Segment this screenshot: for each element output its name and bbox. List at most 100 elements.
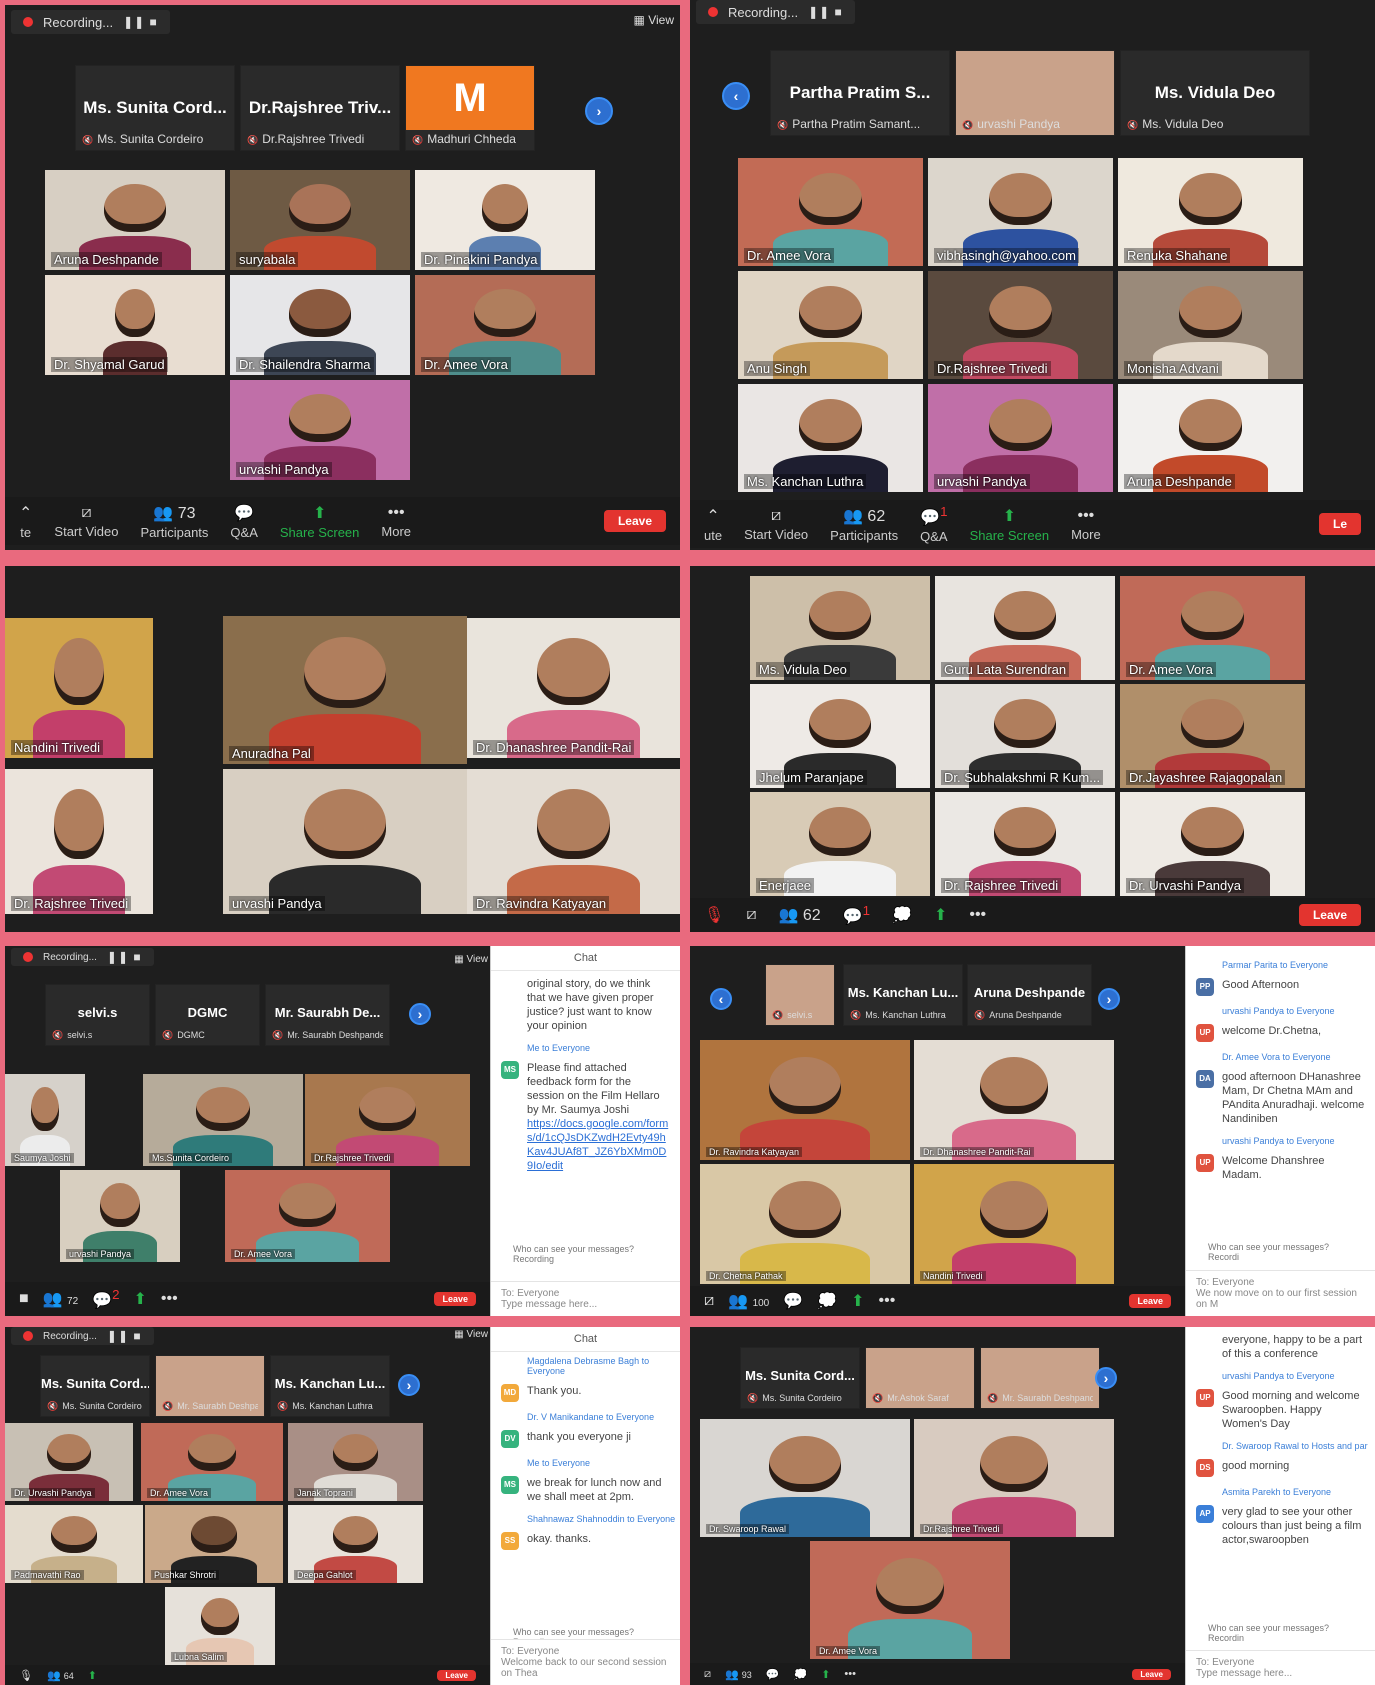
next-page-button[interactable]: › <box>1095 1367 1117 1389</box>
pause-icon[interactable]: ❚❚ ■ <box>808 5 843 19</box>
video-tile[interactable]: Dr. Rajshree Trivedi <box>935 792 1115 896</box>
video-off-icon[interactable]: ⧄ <box>704 1668 711 1681</box>
video-tile[interactable]: Dr. Amee Vora <box>1120 576 1305 680</box>
strip-tile[interactable]: DGMCDGMC <box>155 984 260 1046</box>
video-tile[interactable]: Nandini Trivedi <box>914 1164 1114 1284</box>
previous-page-button[interactable]: ‹ <box>710 988 732 1010</box>
share-screen-button[interactable]: ⬆ Share Screen <box>970 506 1050 543</box>
video-tile[interactable]: Aruna Deshpande <box>45 170 225 270</box>
leave-button[interactable]: Leave <box>1132 1668 1171 1680</box>
video-tile[interactable]: Dr. Subhalakshmi R Kum... <box>935 684 1115 788</box>
previous-page-button[interactable]: ‹ <box>722 82 750 110</box>
leave-button[interactable]: Leave <box>434 1292 476 1306</box>
recording-indicator[interactable]: Recording... ❚❚ ■ <box>11 10 170 34</box>
strip-tile[interactable]: Mr. Saurabh Deshpande <box>980 1347 1100 1409</box>
participants-icon[interactable]: 👥 93 <box>725 1668 752 1681</box>
feedback-link[interactable]: https://docs.google.com/forms/d/1cQJsDKZ… <box>527 1118 668 1172</box>
mic-muted-icon[interactable]: 🎙 <box>704 905 724 925</box>
more-button[interactable]: ••• More <box>381 504 411 539</box>
strip-tile[interactable]: Ms. Sunita Cord...Ms. Sunita Cordeiro <box>740 1347 860 1409</box>
video-tile[interactable]: Ms. Vidula Deo <box>750 576 930 680</box>
qa-button[interactable]: 💬 Q&A <box>230 503 257 540</box>
qa-icon[interactable]: 💬 <box>766 1668 780 1681</box>
video-tile[interactable]: Anu Singh <box>738 271 923 379</box>
view-button[interactable]: ▦ View <box>454 954 488 965</box>
strip-tile[interactable]: MMadhuri Chheda <box>405 65 535 151</box>
video-tile[interactable]: Jhelum Paranjape <box>750 684 930 788</box>
video-tile[interactable]: vibhasingh@yahoo.com <box>928 158 1113 266</box>
video-tile[interactable]: Dr. Amee Vora <box>141 1423 283 1501</box>
leave-button[interactable]: Leave <box>603 510 666 532</box>
video-tile[interactable]: urvashi Pandya <box>230 380 410 480</box>
video-tile[interactable]: Dr. Swaroop Rawal <box>700 1419 910 1537</box>
video-tile[interactable]: Dr. Dhanashree Pandit-Rai <box>467 618 680 758</box>
video-tile[interactable]: Padmavathi Rao <box>5 1505 143 1583</box>
video-tile[interactable]: Dr.Jayashree Rajagopalan <box>1120 684 1305 788</box>
more-icon[interactable]: ••• <box>844 1668 856 1680</box>
video-off-icon[interactable]: ⧄ <box>704 1292 714 1310</box>
strip-tile[interactable]: Dr.Rajshree Triv...Dr.Rajshree Trivedi <box>240 65 400 151</box>
pause-icon[interactable]: ❚❚ ■ <box>123 15 158 29</box>
video-tile[interactable]: Deepa Gahlot <box>288 1505 423 1583</box>
video-tile[interactable]: Nandini Trivedi <box>5 618 153 758</box>
qa-icon[interactable]: 💬2 <box>92 1287 119 1310</box>
strip-tile[interactable]: selvi.sselvi.s <box>45 984 150 1046</box>
pause-icon[interactable]: ❚❚ ■ <box>107 1329 142 1343</box>
strip-tile[interactable]: urvashi Pandya <box>955 50 1115 136</box>
video-tile[interactable]: Dr. Shyamal Garud <box>45 275 225 375</box>
share-screen-icon[interactable]: ⬆ <box>88 1669 97 1682</box>
next-page-button[interactable]: › <box>409 1003 431 1025</box>
participants-icon[interactable]: 👥 64 <box>47 1669 74 1682</box>
recording-indicator[interactable]: Recording... ❚❚ ■ <box>11 1327 154 1345</box>
video-tile[interactable]: Dr. Chetna Pathak <box>700 1164 910 1284</box>
video-tile[interactable]: Ms. Kanchan Luthra <box>738 384 923 492</box>
participants-button[interactable]: 👥 73 Participants <box>141 503 209 540</box>
strip-tile[interactable]: Ms. Sunita Cord...Ms. Sunita Cordeiro <box>40 1355 150 1417</box>
recipient-select[interactable]: Everyone <box>1212 1657 1254 1668</box>
more-icon[interactable]: ••• <box>969 906 986 924</box>
video-tile[interactable]: Dr. Amee Vora <box>225 1170 390 1262</box>
message-input[interactable]: Type message here... <box>1196 1668 1292 1679</box>
recipient-select[interactable]: Everyone <box>517 1646 559 1657</box>
message-input[interactable]: Type message here... <box>501 1299 597 1310</box>
participants-button[interactable]: 👥 62 Participants <box>830 506 898 543</box>
view-button[interactable]: ▦ View <box>454 1329 488 1340</box>
strip-tile[interactable]: Mr. Saurabh Deshpande <box>155 1355 265 1417</box>
view-button[interactable]: ▦ View <box>634 13 674 27</box>
video-tile[interactable]: Dr. Dhanashree Pandit-Rai <box>914 1040 1114 1160</box>
video-tile[interactable]: Dr.Rajshree Trivedi <box>914 1419 1114 1537</box>
share-screen-icon[interactable]: ⬆ <box>821 1668 830 1681</box>
recording-indicator[interactable]: Recording... ❚❚ ■ <box>696 0 855 24</box>
participants-icon[interactable]: 👥 100 <box>728 1291 769 1311</box>
strip-tile[interactable]: Ms. Vidula DeoMs. Vidula Deo <box>1120 50 1310 136</box>
leave-button[interactable]: Le <box>1318 513 1361 535</box>
recipient-select[interactable]: Everyone <box>517 1288 559 1299</box>
strip-tile[interactable]: Ms. Sunita Cord...Ms. Sunita Cordeiro <box>75 65 235 151</box>
strip-tile[interactable]: Ms. Kanchan Lu...Ms. Kanchan Luthra <box>843 964 963 1026</box>
video-tile[interactable]: Dr. Amee Vora <box>738 158 923 266</box>
video-off-icon[interactable]: ⧄ <box>746 906 756 924</box>
video-tile[interactable]: Dr. Pinakini Pandya <box>415 170 595 270</box>
strip-tile[interactable]: Mr. Saurabh De...Mr. Saurabh Deshpande <box>265 984 390 1046</box>
video-tile[interactable]: Renuka Shahane <box>1118 158 1303 266</box>
strip-tile[interactable]: Aruna DeshpandeAruna Deshpande <box>967 964 1092 1026</box>
video-tile[interactable]: Aruna Deshpande <box>1118 384 1303 492</box>
video-tile[interactable]: suryabala <box>230 170 410 270</box>
chat-icon[interactable]: 💭 <box>892 905 912 925</box>
video-tile[interactable]: Dr. Rajshree Trivedi <box>5 769 153 914</box>
leave-button[interactable]: Leave <box>1129 1294 1171 1308</box>
chat-icon[interactable]: 💭 <box>793 1668 807 1681</box>
video-tile[interactable]: Dr.Rajshree Trivedi <box>928 271 1113 379</box>
video-tile[interactable]: Monisha Advani <box>1118 271 1303 379</box>
strip-tile[interactable]: Mr.Ashok Saraf <box>865 1347 975 1409</box>
next-page-button[interactable]: › <box>585 97 613 125</box>
start-video-button[interactable]: ⧄ Start Video <box>744 507 808 542</box>
video-tile[interactable]: urvashi Pandya <box>60 1170 180 1262</box>
start-video-button[interactable]: ⧄ Start Video <box>54 504 118 539</box>
video-tile[interactable]: Ms.Sunita Cordeiro <box>143 1074 303 1166</box>
message-input[interactable]: Welcome back to our second session on Th… <box>501 1657 666 1679</box>
video-tile[interactable]: urvashi Pandya <box>223 769 467 914</box>
participants-icon[interactable]: 👥 62 <box>779 905 821 925</box>
strip-tile[interactable]: Ms. Kanchan Lu...Ms. Kanchan Luthra <box>270 1355 390 1417</box>
video-tile[interactable]: Dr.Rajshree Trivedi <box>305 1074 470 1166</box>
